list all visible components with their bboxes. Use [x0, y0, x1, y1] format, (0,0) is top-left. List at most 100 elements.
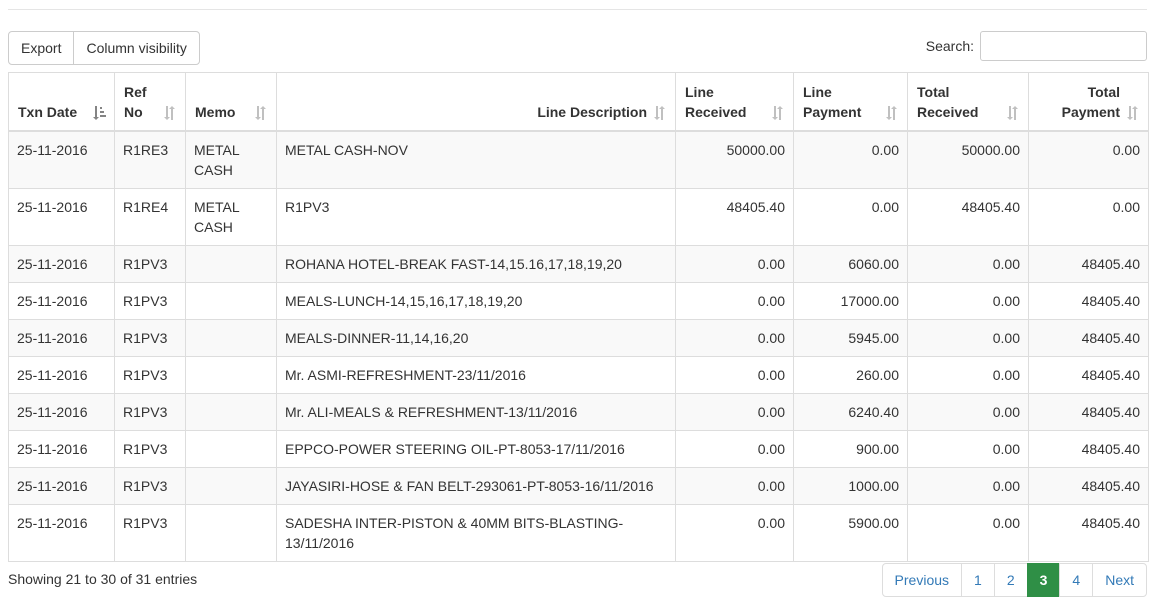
- pagination-next-button[interactable]: Next: [1092, 563, 1147, 597]
- cell-ref-no: R1PV3: [114, 392, 186, 431]
- cell-line-payment: 260.00: [793, 355, 908, 394]
- column-header-label: Total Received: [917, 83, 979, 120]
- cell-total-payment: 48405.40: [1028, 466, 1149, 505]
- column-header-line-received[interactable]: Line Received: [675, 72, 794, 132]
- cell-total-received: 0.00: [907, 355, 1029, 394]
- column-header-ref-no[interactable]: Ref No: [114, 72, 186, 132]
- column-header-label: Line Description: [537, 103, 647, 120]
- cell-line-received: 0.00: [675, 466, 794, 505]
- cell-ref-no: R1RE3: [114, 130, 186, 189]
- table-row: 25-11-2016 R1PV3 EPPCO-POWER STEERING OIL-…: [8, 429, 1149, 468]
- cell-total-received: 0.00: [907, 281, 1029, 320]
- cell-total-received: 48405.40: [907, 187, 1029, 246]
- cell-memo: [185, 355, 277, 394]
- search-box: Search:: [926, 31, 1147, 61]
- cell-total-received: 0.00: [907, 503, 1029, 562]
- cell-line-description: Mr. ALI-MEALS & REFRESHMENT-13/11/2016: [276, 392, 676, 431]
- sort-both-icon: [654, 105, 665, 120]
- cell-line-description: JAYASIRI-HOSE & FAN BELT-293061-PT-8053-…: [276, 466, 676, 505]
- cell-txn-date: 25-11-2016: [8, 318, 115, 357]
- export-button[interactable]: Export: [8, 31, 75, 65]
- cell-ref-no: R1PV3: [114, 318, 186, 357]
- cell-line-received: 0.00: [675, 281, 794, 320]
- column-header-label: Line Payment: [803, 83, 862, 120]
- cell-line-payment: 0.00: [793, 130, 908, 189]
- pagination-page-2[interactable]: 2: [993, 563, 1028, 597]
- cell-ref-no: R1PV3: [114, 355, 186, 394]
- cell-txn-date: 25-11-2016: [8, 130, 115, 189]
- cell-total-payment: 48405.40: [1028, 429, 1149, 468]
- cell-line-received: 0.00: [675, 355, 794, 394]
- cell-line-payment: 0.00: [793, 187, 908, 246]
- pagination-page-4[interactable]: 4: [1059, 563, 1094, 597]
- cell-line-payment: 6240.40: [793, 392, 908, 431]
- cell-line-received: 0.00: [675, 318, 794, 357]
- cell-memo: [185, 503, 277, 562]
- cell-line-description: METAL CASH-NOV: [276, 130, 676, 189]
- column-header-line-description[interactable]: Line Description: [276, 72, 676, 132]
- table-row: 25-11-2016 R1PV3 ROHANA HOTEL-BREAK FAST-1…: [8, 244, 1149, 283]
- cell-line-payment: 5945.00: [793, 318, 908, 357]
- cell-line-received: 0.00: [675, 392, 794, 431]
- cell-line-received: 50000.00: [675, 130, 794, 189]
- pagination-page-3[interactable]: 3: [1026, 563, 1061, 597]
- cell-total-received: 0.00: [907, 392, 1029, 431]
- cell-line-payment: 5900.00: [793, 503, 908, 562]
- column-header-label: Txn Date: [18, 103, 78, 120]
- pagination-previous-button[interactable]: Previous: [881, 563, 963, 597]
- table-toolbar: Export Column visibility: [8, 31, 200, 65]
- table-row: 25-11-2016 R1RE3 METAL CASH METAL CASH-NOV 5…: [8, 130, 1149, 189]
- cell-ref-no: R1RE4: [114, 187, 186, 246]
- cell-txn-date: 25-11-2016: [8, 281, 115, 320]
- column-visibility-button[interactable]: Column visibility: [73, 31, 200, 65]
- cell-memo: [185, 318, 277, 357]
- cell-total-received: 0.00: [907, 318, 1029, 357]
- cell-ref-no: R1PV3: [114, 281, 186, 320]
- table-header-row: Txn Date Ref No Memo Line Description Line R…: [8, 72, 1149, 132]
- cell-total-payment: 48405.40: [1028, 244, 1149, 283]
- sort-both-icon: [1127, 105, 1138, 120]
- cell-line-payment: 1000.00: [793, 466, 908, 505]
- search-label: Search:: [925, 38, 974, 54]
- search-input[interactable]: [980, 31, 1147, 61]
- sort-both-icon: [1007, 105, 1018, 120]
- table-row: 25-11-2016 R1RE4 METAL CASH R1PV3 48405.40 0.…: [8, 187, 1149, 246]
- cell-total-received: 0.00: [907, 429, 1029, 468]
- cell-memo: METAL CASH: [185, 187, 277, 246]
- column-header-total-received[interactable]: Total Received: [907, 72, 1029, 132]
- cell-txn-date: 25-11-2016: [8, 355, 115, 394]
- column-header-label: Ref No: [124, 83, 147, 120]
- cell-total-payment: 48405.40: [1028, 318, 1149, 357]
- pagination-page-1[interactable]: 1: [961, 563, 995, 597]
- cell-ref-no: R1PV3: [114, 429, 186, 468]
- top-divider: [8, 9, 1147, 10]
- column-header-line-payment[interactable]: Line Payment: [793, 72, 908, 132]
- column-header-txn-date[interactable]: Txn Date: [8, 72, 115, 132]
- cell-txn-date: 25-11-2016: [8, 503, 115, 562]
- column-header-total-payment[interactable]: Total Payment: [1028, 72, 1149, 132]
- cell-total-received: 50000.00: [907, 130, 1029, 189]
- cell-total-payment: 48405.40: [1028, 392, 1149, 431]
- cell-txn-date: 25-11-2016: [8, 187, 115, 246]
- table-row: 25-11-2016 R1PV3 SADESHA INTER-PISTON & 40…: [8, 503, 1149, 562]
- cell-line-received: 0.00: [675, 429, 794, 468]
- sort-both-icon: [255, 105, 266, 120]
- cell-line-received: 0.00: [675, 244, 794, 283]
- sort-both-icon: [164, 105, 175, 120]
- cell-total-received: 0.00: [907, 466, 1029, 505]
- cell-total-payment: 0.00: [1028, 130, 1149, 189]
- table-row: 25-11-2016 R1PV3 JAYASIRI-HOSE & FAN BELT-…: [8, 466, 1149, 505]
- cell-ref-no: R1PV3: [114, 466, 186, 505]
- cell-line-description: Mr. ASMI-REFRESHMENT-23/11/2016: [276, 355, 676, 394]
- table-row: 25-11-2016 R1PV3 Mr. ASMI-REFRESHMENT-23/1…: [8, 355, 1149, 394]
- table-row: 25-11-2016 R1PV3 MEALS-LUNCH-14,15,16,17,1…: [8, 281, 1149, 320]
- table-row: 25-11-2016 R1PV3 MEALS-DINNER-11,14,16,20 0…: [8, 318, 1149, 357]
- cell-memo: METAL CASH: [185, 130, 277, 189]
- table-info: Showing 21 to 30 of 31 entries: [8, 571, 198, 587]
- cell-line-payment: 6060.00: [793, 244, 908, 283]
- table-row: 25-11-2016 R1PV3 Mr. ALI-MEALS & REFRESHME…: [8, 392, 1149, 431]
- sort-asc-icon: [93, 105, 106, 120]
- column-header-memo[interactable]: Memo: [185, 72, 277, 132]
- column-header-label: Total Payment: [1061, 83, 1120, 120]
- cell-memo: [185, 244, 277, 283]
